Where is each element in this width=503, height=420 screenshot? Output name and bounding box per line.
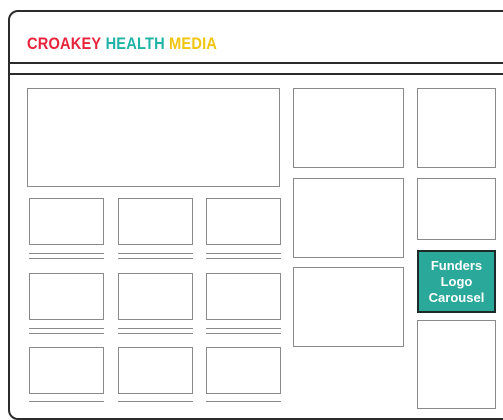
story-title-line (206, 328, 281, 329)
story-title-line (29, 258, 104, 259)
story-title-line (206, 333, 281, 334)
story-title-line (118, 253, 193, 254)
story-title-line (118, 328, 193, 329)
story-title-line (29, 333, 104, 334)
story-thumb-r2c1[interactable] (29, 273, 104, 320)
funders-logo-carousel[interactable]: Funders Logo Carousel (417, 250, 496, 313)
story-thumb-r1c3[interactable] (206, 198, 281, 245)
story-title-line (118, 258, 193, 259)
story-thumb-r2c3[interactable] (206, 273, 281, 320)
middle-column-card-1[interactable] (293, 88, 404, 168)
story-thumb-r3c3[interactable] (206, 347, 281, 394)
featured-story-placeholder[interactable] (27, 88, 280, 187)
story-title-line (206, 401, 281, 402)
story-title-line (118, 401, 193, 402)
story-title-line (29, 328, 104, 329)
header-divider-top (9, 62, 503, 64)
sidebar-ad-3[interactable] (417, 320, 496, 409)
story-title-line (206, 258, 281, 259)
story-title-line (29, 253, 104, 254)
sidebar-ad-1[interactable] (417, 88, 496, 168)
story-thumb-r3c2[interactable] (118, 347, 193, 394)
story-thumb-r2c2[interactable] (118, 273, 193, 320)
story-title-line (29, 401, 104, 402)
middle-column-card-2[interactable] (293, 178, 404, 258)
header-divider-bottom (9, 73, 503, 75)
story-title-line (118, 333, 193, 334)
story-thumb-r3c1[interactable] (29, 347, 104, 394)
site-logo[interactable]: CROAKEY HEALTH MEDIA (27, 34, 217, 54)
logo-word-croakey: CROAKEY (27, 34, 102, 53)
middle-column-card-3[interactable] (293, 267, 404, 347)
sidebar-ad-2[interactable] (417, 178, 496, 240)
logo-word-health: HEALTH (105, 34, 165, 53)
story-thumb-r1c2[interactable] (118, 198, 193, 245)
logo-word-media: MEDIA (169, 34, 218, 53)
story-thumb-r1c1[interactable] (29, 198, 104, 245)
story-title-line (206, 253, 281, 254)
